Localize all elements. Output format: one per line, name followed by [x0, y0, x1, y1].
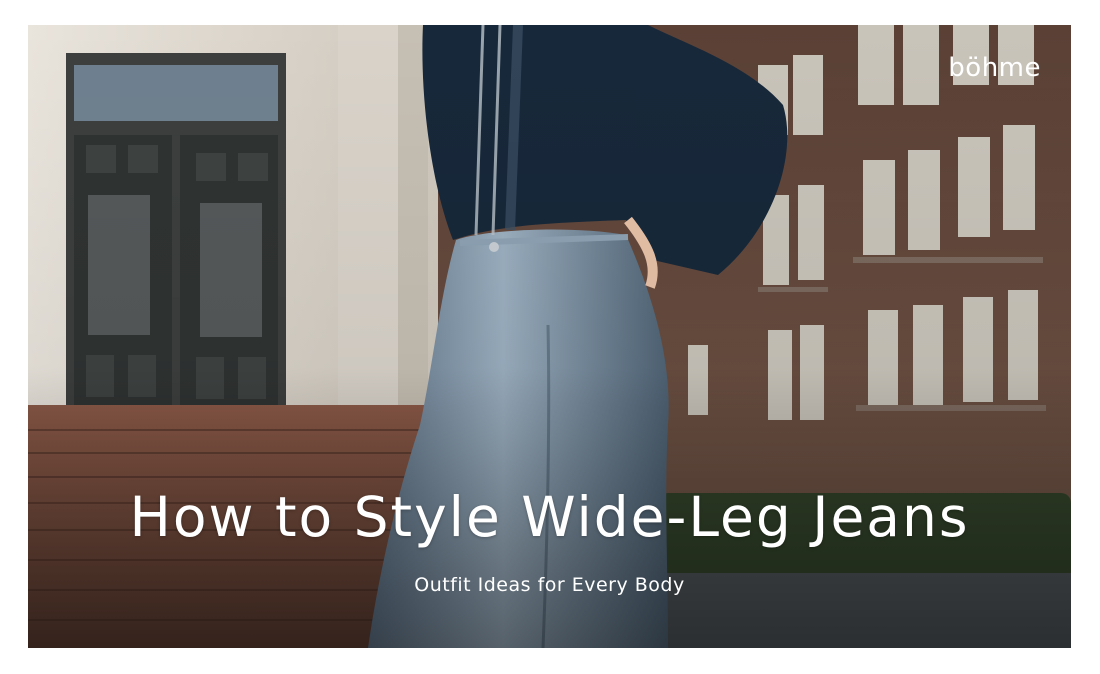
hero-title: How to Style Wide-Leg Jeans: [129, 485, 970, 549]
brand-logo[interactable]: böhme: [948, 53, 1041, 83]
hero-banner: böhme How to Style Wide-Leg Jeans Outfit…: [28, 25, 1071, 648]
hero-photo: [28, 25, 1071, 648]
hero-subtitle: Outfit Ideas for Every Body: [414, 574, 685, 596]
